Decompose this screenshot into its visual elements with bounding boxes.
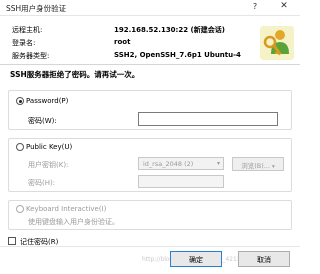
remember-checkbox[interactable]	[8, 237, 16, 245]
password-radio-label[interactable]: Password(P)	[26, 97, 68, 105]
chevron-down-icon: ▾	[216, 160, 220, 167]
close-button[interactable]: ✕	[274, 1, 294, 14]
error-message: SSH服务器拒绝了密码。请再试一次。	[10, 70, 140, 79]
ok-button[interactable]: 确定	[170, 251, 222, 267]
login-value: root	[114, 38, 131, 46]
help-button[interactable]: ?	[248, 2, 262, 14]
login-label: 登录名:	[12, 39, 36, 47]
header-divider	[0, 64, 300, 65]
server-type-label: 服务器类型:	[12, 52, 50, 60]
passphrase-input[interactable]	[138, 175, 224, 188]
cancel-button[interactable]: 取消	[238, 251, 290, 267]
login-row: 登录名: root	[12, 38, 282, 48]
keyboard-radio[interactable]	[16, 205, 24, 213]
host-row: 远程主机: 192.168.52.130:22 (新建会话)	[12, 25, 282, 35]
keyboard-radio-label[interactable]: Keyboard Interactive(I)	[26, 205, 106, 213]
browse-button[interactable]: 浏览(B)... ▾	[232, 157, 284, 171]
password-label: 密码(W):	[28, 117, 57, 125]
password-radio[interactable]	[16, 97, 24, 105]
browse-label: 浏览(B)...	[241, 162, 270, 170]
user-key-value: id_rsa_2048 (2)	[143, 160, 194, 168]
chevron-down-icon: ▾	[272, 164, 275, 170]
passphrase-label: 密码(H):	[28, 179, 56, 187]
host-value: 192.168.52.130:22 (新建会话)	[114, 26, 225, 34]
window-title: SSH用户身份验证	[6, 4, 67, 13]
publickey-radio-label[interactable]: Public Key(U)	[26, 143, 72, 151]
server-type-row: 服务器类型: SSH2, OpenSSH_7.6p1 Ubuntu-4	[12, 51, 282, 61]
key-user-icon	[260, 26, 294, 60]
title-bar: SSH用户身份验证 ? ✕	[0, 0, 300, 16]
keyboard-description: 使用键盘输入用户身份验证。	[28, 218, 119, 226]
host-label: 远程主机:	[12, 26, 43, 34]
user-key-select[interactable]: id_rsa_2048 (2) ▾	[138, 157, 224, 170]
user-key-label: 用户密钥(K):	[28, 161, 69, 169]
server-type-value: SSH2, OpenSSH_7.6p1 Ubuntu-4	[114, 51, 241, 59]
publickey-radio[interactable]	[16, 143, 24, 151]
footer-divider	[0, 246, 300, 247]
password-input[interactable]	[138, 112, 278, 126]
